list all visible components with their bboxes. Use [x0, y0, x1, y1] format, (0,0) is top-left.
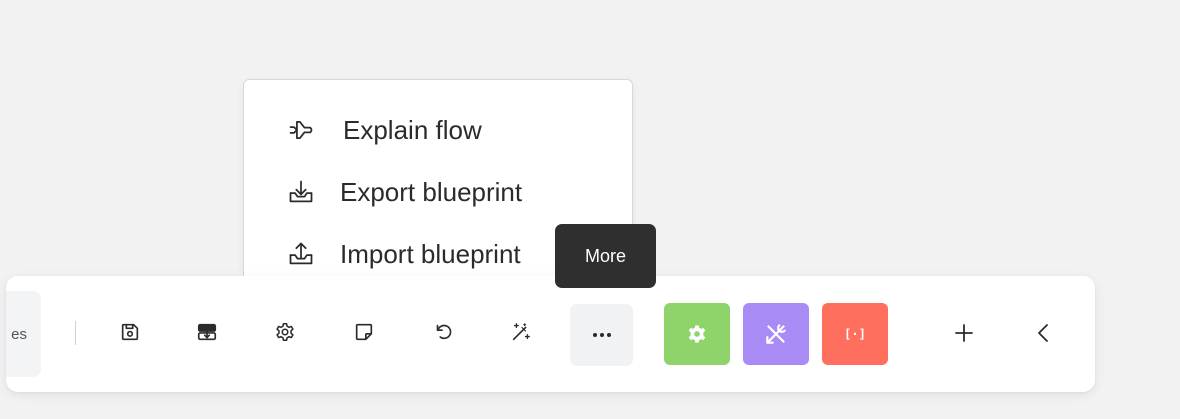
settings-gear-icon — [276, 322, 294, 342]
ellipsis-icon — [592, 333, 611, 337]
menu-item-export-blueprint[interactable]: Export blueprint — [286, 172, 522, 212]
tools-icon — [766, 324, 786, 344]
partial-button-label: es — [11, 325, 27, 343]
tooltip-text: More — [584, 245, 626, 266]
menu-item-label: Export blueprint — [340, 176, 523, 207]
bracket-icon: [·] — [844, 327, 866, 341]
more-button[interactable] — [570, 304, 633, 366]
settings-button[interactable] — [270, 317, 300, 347]
auto-align-button[interactable] — [192, 317, 222, 347]
gear-icon — [688, 325, 706, 343]
note-icon — [355, 323, 373, 341]
auto-align-icon — [197, 323, 217, 341]
menu-item-explain-flow[interactable]: Explain flow — [286, 110, 482, 150]
save-button[interactable] — [115, 317, 145, 347]
partial-toolbar-button[interactable]: es — [6, 291, 41, 377]
plus-icon — [955, 324, 973, 342]
add-button[interactable] — [948, 317, 980, 349]
upload-tray-icon — [286, 239, 316, 269]
green-gear-app-button[interactable] — [664, 303, 730, 365]
save-icon — [121, 323, 139, 341]
toolbar-divider — [75, 321, 76, 345]
bottom-toolbar: es [·] — [6, 276, 1095, 392]
purple-tools-app-button[interactable] — [743, 303, 809, 365]
undo-icon — [436, 324, 452, 340]
red-bracket-app-button[interactable]: [·] — [822, 303, 888, 365]
download-tray-icon — [286, 177, 316, 207]
more-tooltip: More — [555, 224, 656, 288]
menu-item-import-blueprint[interactable]: Import blueprint — [286, 234, 521, 274]
undo-button[interactable] — [428, 317, 458, 347]
magic-wand-button[interactable] — [506, 317, 536, 347]
menu-item-label: Import blueprint — [340, 238, 521, 269]
collapse-button[interactable] — [1028, 317, 1060, 349]
plane-icon — [286, 115, 316, 145]
magic-wand-icon — [512, 323, 530, 341]
note-button[interactable] — [349, 317, 379, 347]
chevron-left-icon — [1038, 324, 1048, 342]
menu-item-label: Explain flow — [343, 114, 482, 145]
